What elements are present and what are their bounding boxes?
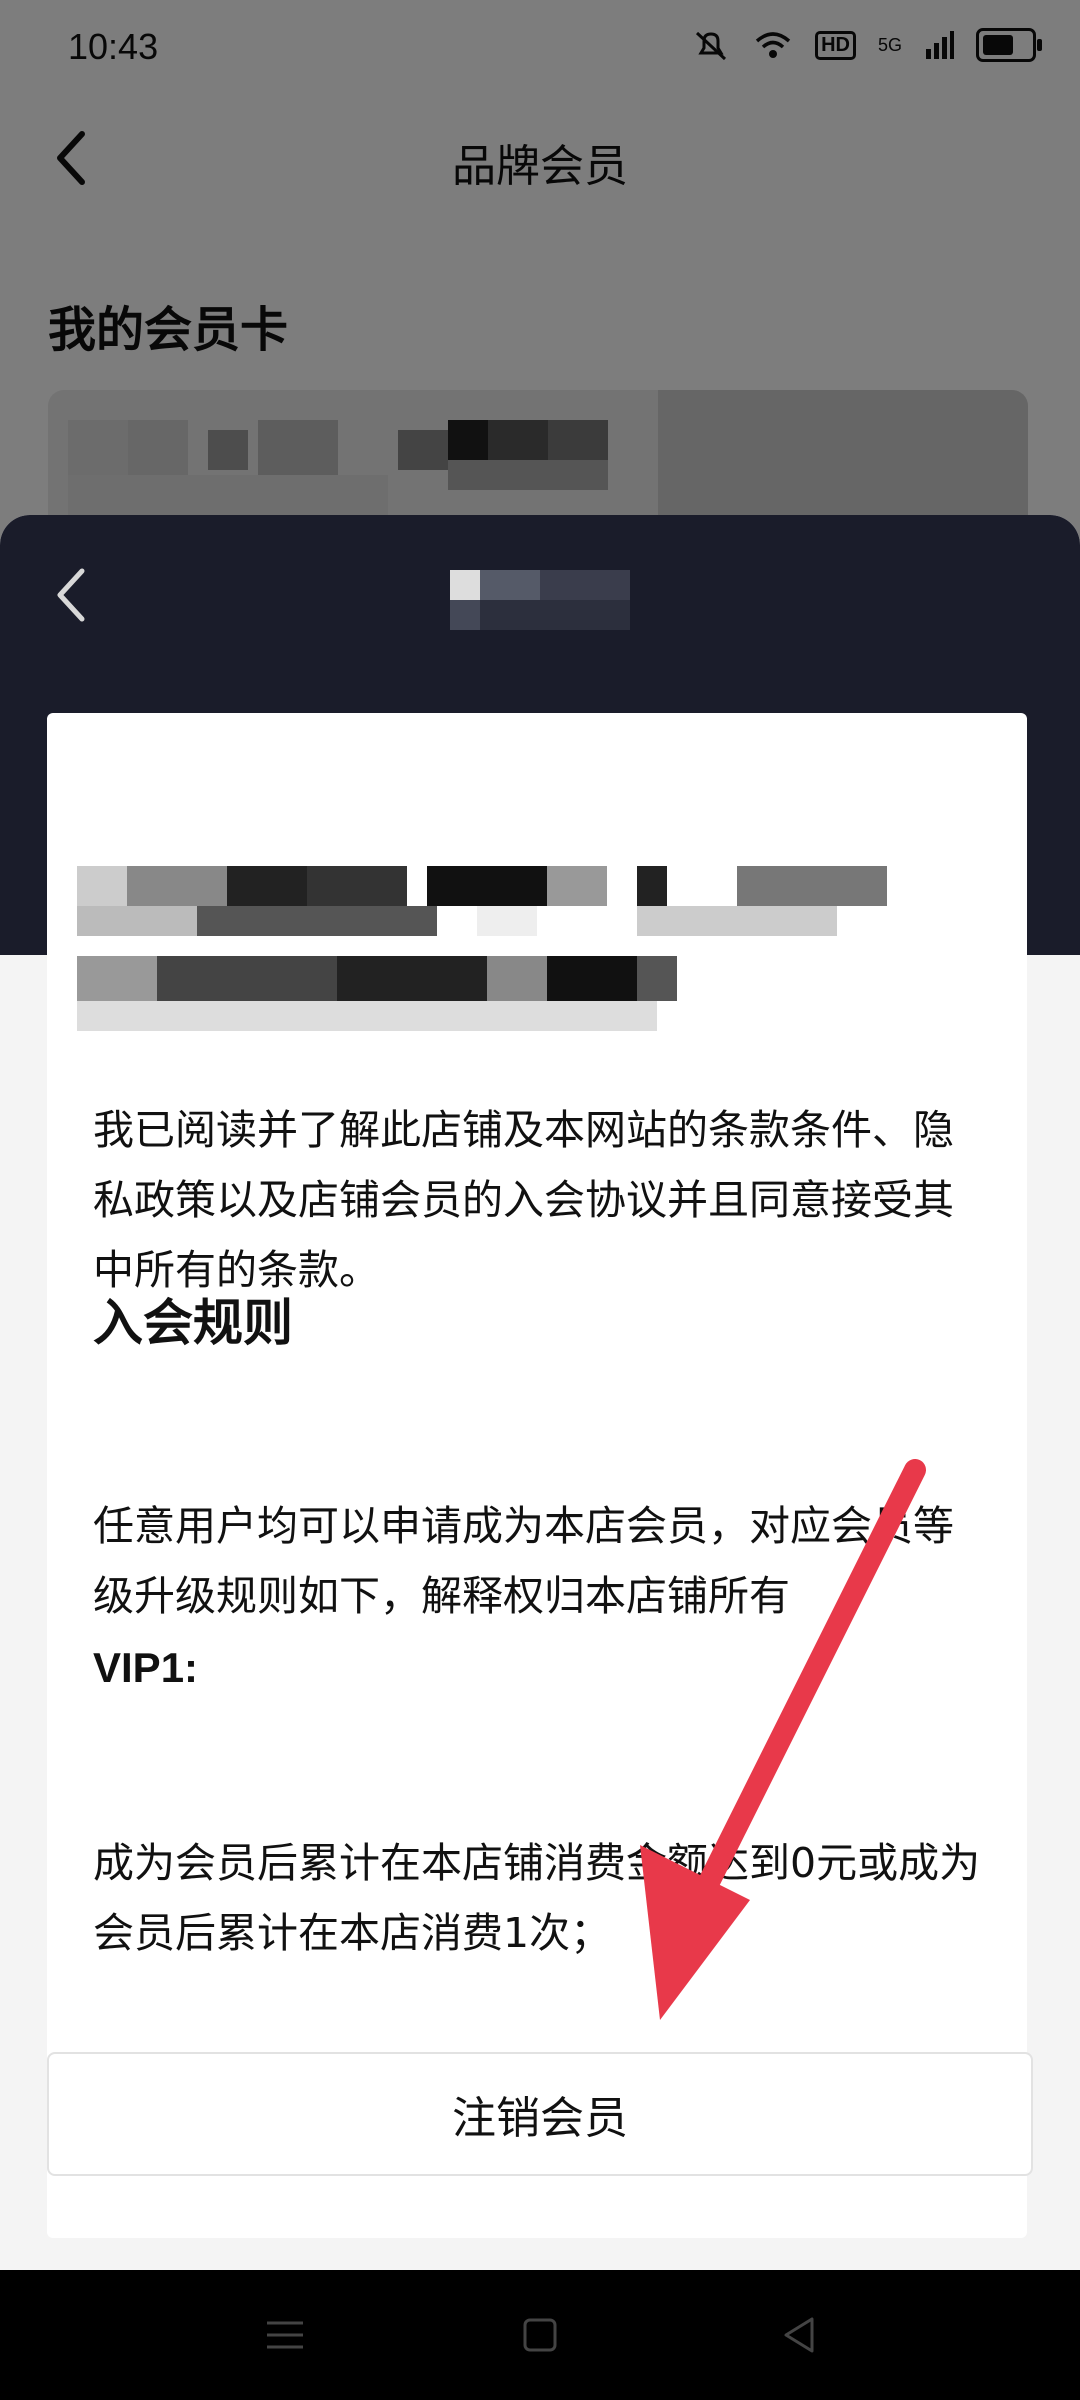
rules-heading: 入会规则: [93, 1294, 293, 1352]
consent-text: 我已阅读并了解此店铺及本网站的条款条件、隐私政策以及店铺会员的入会协议并且同意接…: [93, 1106, 954, 1294]
menu-icon[interactable]: [255, 2305, 315, 2365]
shop-name-redacted: [77, 841, 957, 1031]
cancel-membership-button[interactable]: 注销会员: [47, 2052, 1033, 2176]
triangle-back-icon[interactable]: [770, 2305, 830, 2365]
chevron-left-icon[interactable]: [50, 565, 90, 625]
square-icon[interactable]: [510, 2305, 570, 2365]
agreement-card: 我已阅读并了解此店铺及本网站的条款条件、隐私政策以及店铺会员的入会协议并且同意接…: [47, 713, 1027, 2238]
navigation-bar: [0, 2270, 1080, 2400]
sheet-title-redacted: [450, 570, 630, 630]
vip1-label: VIP1:: [93, 1644, 199, 1691]
membership-sheet: 我已阅读并了解此店铺及本网站的条款条件、隐私政策以及店铺会员的入会协议并且同意接…: [0, 515, 1080, 2270]
vip1-text: 成为会员后累计在本店铺消费金额达到0元或成为会员后累计在本店消费1次；: [93, 1839, 981, 1957]
rules-text: 任意用户均可以申请成为本店会员，对应会员等级升级规则如下，解释权归本店铺所有: [93, 1502, 954, 1620]
